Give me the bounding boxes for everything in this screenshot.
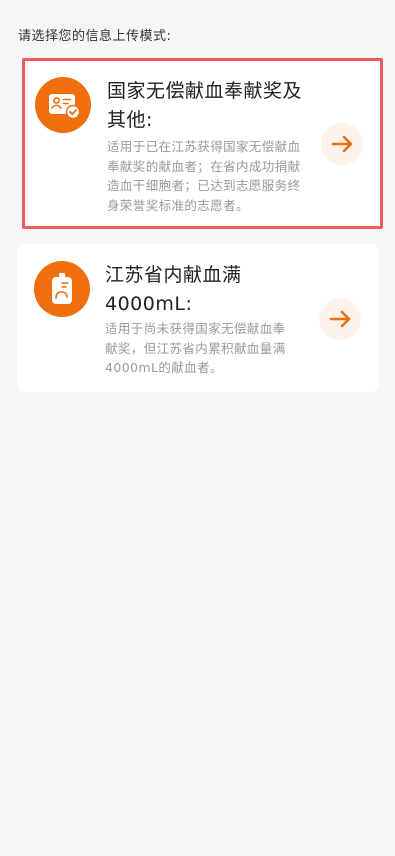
option-card-4000ml[interactable]: 江苏省内献血满4000mL: 适用于尚未获得国家无偿献血奉献奖，但江苏省内累积献… xyxy=(17,244,379,392)
certificate-icon xyxy=(35,77,91,133)
arrow-right-icon[interactable] xyxy=(321,123,363,165)
option-description: 适用于尚未获得国家无偿献血奉献奖，但江苏省内累积献血量满4000mL的献血者。 xyxy=(105,321,286,375)
option-description: 适用于已在江苏获得国家无偿献血奉献奖的献血者；在省内成功捐献造血干细胞者；已达到… xyxy=(107,139,301,213)
upload-mode-prompt: 请选择您的信息上传模式: xyxy=(18,29,172,44)
option-title: 江苏省内献血满4000mL: xyxy=(105,264,242,315)
blood-bag-icon xyxy=(34,261,90,317)
option-card-national-award[interactable]: 国家无偿献血奉献奖及其他: 适用于已在江苏获得国家无偿献血奉献奖的献血者；在省内… xyxy=(22,58,383,229)
arrow-right-icon[interactable] xyxy=(319,298,361,340)
option-title: 国家无偿献血奉献奖及其他: xyxy=(107,80,303,131)
